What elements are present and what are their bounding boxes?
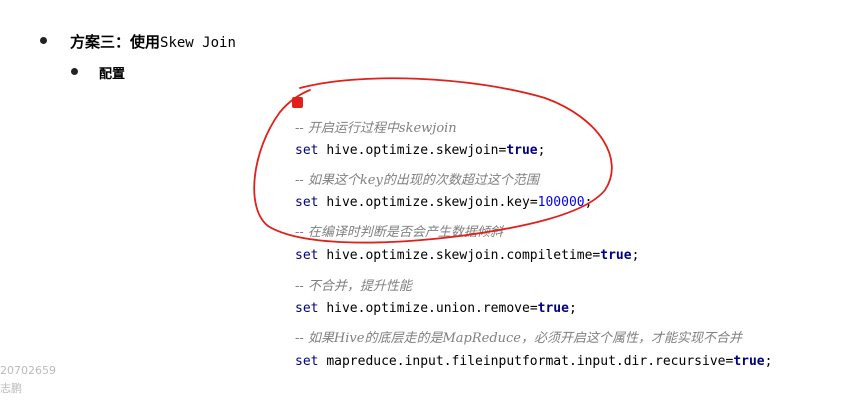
watermark-name: 志鹏 (0, 382, 22, 395)
red-annotation-circle (253, 77, 613, 244)
watermark-id: 20702659 (0, 364, 56, 377)
red-marker-icon (292, 97, 303, 108)
